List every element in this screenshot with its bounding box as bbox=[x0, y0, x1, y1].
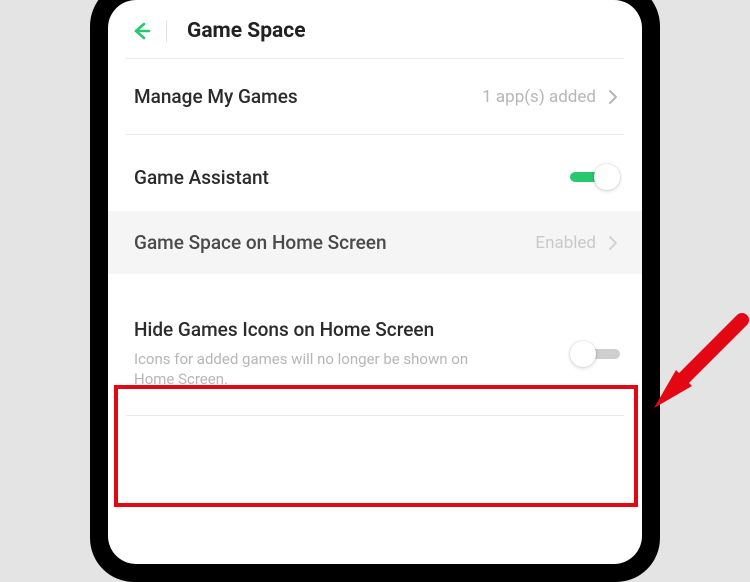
row-label: Hide Games Icons on Home Screen bbox=[134, 318, 444, 343]
screen: Game Space Manage My Games 1 app(s) adde… bbox=[108, 0, 642, 564]
chevron-right-icon bbox=[606, 88, 620, 106]
row-manage-my-games[interactable]: Manage My Games 1 app(s) added bbox=[108, 59, 642, 134]
page-title: Game Space bbox=[187, 19, 306, 43]
row-value: 1 app(s) added bbox=[482, 87, 596, 107]
row-hide-game-icons[interactable]: Hide Games Icons on Home Screen Icons fo… bbox=[108, 300, 642, 405]
row-label: Game Assistant bbox=[134, 166, 570, 189]
row-label: Manage My Games bbox=[134, 85, 482, 108]
toggle-knob bbox=[594, 164, 620, 190]
row-description: Icons for added games will no longer be … bbox=[134, 349, 474, 390]
header-divider bbox=[166, 20, 167, 42]
toggle-hide-game-icons[interactable] bbox=[570, 340, 620, 368]
row-game-space-home-screen[interactable]: Game Space on Home Screen Enabled bbox=[108, 211, 642, 274]
row-label: Game Space on Home Screen bbox=[134, 231, 535, 254]
app-header: Game Space bbox=[108, 0, 642, 58]
row-game-assistant[interactable]: Game Assistant bbox=[108, 143, 642, 211]
row-value: Enabled bbox=[535, 233, 596, 253]
toggle-knob bbox=[570, 341, 596, 367]
toggle-game-assistant[interactable] bbox=[570, 163, 620, 191]
phone-frame: Game Space Manage My Games 1 app(s) adde… bbox=[90, 0, 660, 582]
back-arrow-icon[interactable] bbox=[128, 18, 154, 44]
chevron-right-icon bbox=[606, 234, 620, 252]
row-text: Hide Games Icons on Home Screen Icons fo… bbox=[134, 318, 570, 389]
divider bbox=[126, 415, 624, 416]
